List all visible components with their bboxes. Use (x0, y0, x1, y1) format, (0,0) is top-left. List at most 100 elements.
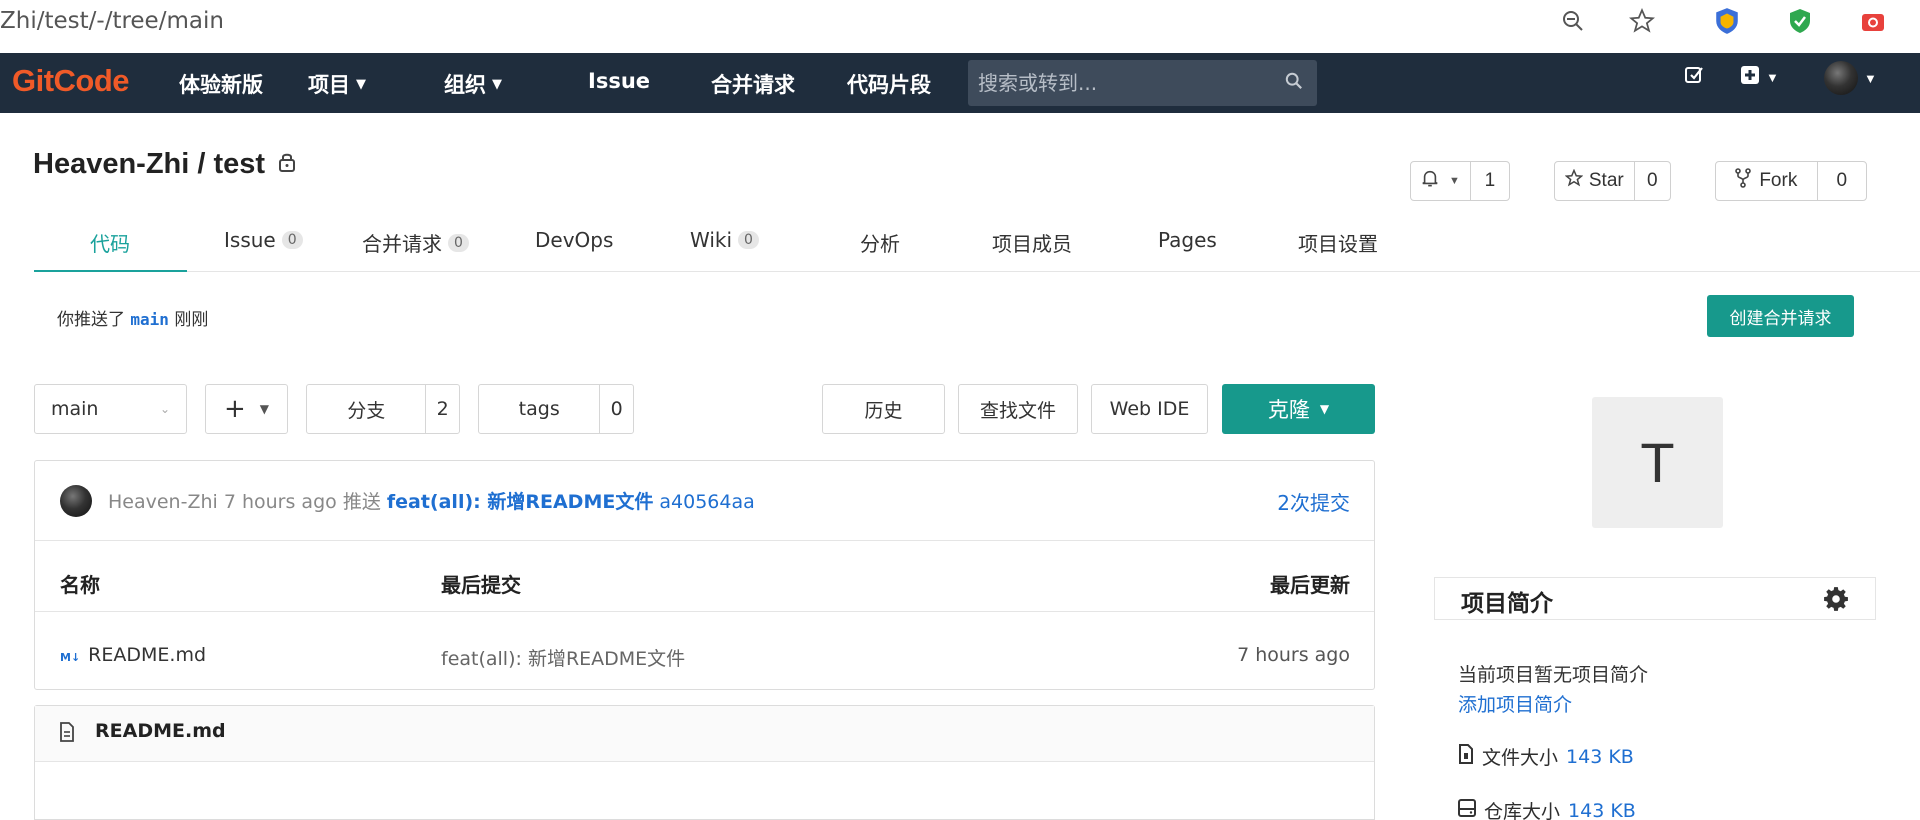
url-bar[interactable]: Zhi/test/-/tree/main (0, 8, 224, 34)
nav-issue[interactable]: Issue (588, 69, 650, 93)
project-title: Heaven-Zhi / test (33, 148, 297, 181)
star-button-group: Star 0 (1554, 161, 1671, 201)
tab-analytics[interactable]: 分析 (860, 228, 900, 257)
tab-code[interactable]: 代码 (90, 228, 130, 257)
history-button[interactable]: 历史 (822, 384, 945, 434)
file-size-value[interactable]: 143 KB (1566, 746, 1634, 768)
fork-icon (1735, 168, 1752, 194)
web-ide-button[interactable]: Web IDE (1091, 384, 1208, 434)
table-divider (35, 611, 1374, 612)
active-tab-indicator (34, 270, 187, 272)
branches-button[interactable]: 分支 2 (306, 384, 460, 434)
watch-button-group: ▼ 1 (1410, 161, 1510, 201)
star-icon (1564, 168, 1584, 193)
repo-size-value[interactable]: 143 KB (1568, 800, 1636, 820)
commit-author[interactable]: Heaven-Zhi (108, 491, 218, 513)
markdown-file-icon: M↓ (60, 651, 81, 664)
commit-count-link[interactable]: 2次提交 (1277, 487, 1350, 516)
search-input[interactable] (978, 68, 1278, 98)
chevron-down-icon: ▼ (1448, 175, 1460, 187)
tab-merge-requests[interactable]: 合并请求 0 (362, 228, 469, 257)
tab-wiki[interactable]: Wiki 0 (690, 228, 759, 252)
create-merge-request-button[interactable]: 创建合并请求 (1707, 295, 1854, 337)
zoom-out-icon[interactable] (1558, 6, 1588, 36)
tab-members[interactable]: 项目成员 (992, 228, 1072, 257)
notification-button[interactable]: ▼ (1411, 162, 1470, 200)
last-commit-info: Heaven-Zhi 7 hours ago 推送 feat(all): 新增R… (108, 491, 755, 513)
nav-new-version[interactable]: 体验新版 (179, 69, 263, 99)
file-archive-icon (1458, 744, 1474, 769)
file-updated-cell: 7 hours ago (1237, 644, 1350, 666)
global-search[interactable] (968, 60, 1317, 106)
fork-count[interactable]: 0 (1816, 162, 1866, 200)
commit-sha-link[interactable]: a40564aa (659, 491, 754, 513)
push-notice: 你推送了 main 刚刚 (57, 310, 209, 330)
chevron-down-icon: ▼ (356, 76, 366, 92)
column-header-last-commit: 最后提交 (441, 573, 521, 597)
nav-projects[interactable]: 项目 ▼ (308, 69, 366, 99)
tags-button[interactable]: tags 0 (478, 384, 634, 434)
bookmark-star-icon[interactable] (1627, 6, 1657, 36)
file-name-cell[interactable]: M↓ README.md (60, 644, 206, 666)
branch-selector[interactable]: main ⌄ (34, 384, 187, 434)
chevron-down-icon: ▼ (1864, 70, 1877, 86)
pushed-branch-link[interactable]: main (130, 310, 169, 329)
file-commit-cell[interactable]: feat(all): 新增README文件 (441, 644, 685, 671)
chevron-down-icon: ▼ (492, 76, 502, 92)
file-text-icon (59, 722, 75, 747)
browser-toolbar: Zhi/test/-/tree/main (0, 0, 1920, 53)
fork-button[interactable]: Fork (1716, 162, 1817, 200)
star-button[interactable]: Star (1555, 162, 1634, 200)
screenshot-icon[interactable] (1858, 6, 1888, 36)
chevron-down-icon: ▼ (1766, 70, 1779, 85)
tab-pages[interactable]: Pages (1158, 228, 1217, 252)
todo-button[interactable] (1684, 65, 1704, 90)
column-header-name: 名称 (60, 573, 100, 597)
readme-filename[interactable]: README.md (95, 720, 226, 742)
lock-icon (277, 148, 297, 181)
branches-count: 2 (425, 385, 459, 433)
tags-count: 0 (599, 385, 633, 433)
commit-author-avatar[interactable] (60, 485, 92, 517)
readme-header: README.md (35, 706, 1374, 762)
nav-organizations[interactable]: 组织 ▼ (444, 69, 502, 99)
tab-settings[interactable]: 项目设置 (1298, 228, 1378, 257)
nav-snippets[interactable]: 代码片段 (847, 69, 931, 99)
search-icon[interactable] (1285, 72, 1303, 95)
edit-todo-icon (1684, 65, 1704, 90)
readme-panel: README.md (34, 705, 1375, 820)
new-item-button[interactable]: ▼ (1740, 65, 1779, 90)
tab-issue[interactable]: Issue 0 (224, 228, 303, 252)
bell-icon (1421, 169, 1439, 193)
chevron-down-icon: ▼ (259, 402, 270, 416)
add-description-link[interactable]: 添加项目简介 (1458, 690, 1572, 717)
user-avatar (1824, 61, 1858, 95)
plus-square-icon (1740, 65, 1760, 90)
section-title: 项目简介 (1461, 591, 1553, 617)
star-count[interactable]: 0 (1633, 162, 1670, 200)
nav-merge-requests[interactable]: 合并请求 (711, 69, 795, 99)
project-avatar: T (1592, 397, 1723, 528)
clone-button[interactable]: 克隆 ▼ (1222, 384, 1375, 434)
project-name[interactable]: Heaven-Zhi / test (33, 148, 265, 181)
no-description-text: 当前项目暂无项目简介 (1458, 664, 1649, 686)
project-tabs: 代码 Issue 0 合并请求 0 DevOps Wiki 0 分析 项目成员 Pag… (34, 222, 1920, 272)
gear-icon[interactable] (1823, 586, 1849, 617)
last-commit-row: Heaven-Zhi 7 hours ago 推送 feat(all): 新增R… (35, 461, 1374, 541)
storage-icon (1458, 799, 1476, 820)
repo-size-info: 仓库大小 143 KB (1458, 797, 1636, 820)
tab-devops[interactable]: DevOps (535, 228, 613, 252)
add-file-dropdown[interactable]: + ▼ (205, 384, 288, 434)
user-menu[interactable]: ▼ (1824, 61, 1877, 95)
plus-icon: + (223, 394, 246, 424)
adblock-shield-icon[interactable] (1785, 6, 1815, 36)
find-file-button[interactable]: 查找文件 (958, 384, 1078, 434)
gitcode-logo[interactable]: GitCode (12, 63, 130, 99)
extension-shield-icon[interactable] (1712, 6, 1742, 36)
file-size-info: 文件大小 143 KB (1458, 743, 1634, 770)
commit-message-link[interactable]: feat(all): 新增README文件 (387, 491, 653, 513)
chevron-down-icon: ▼ (1319, 402, 1330, 416)
column-header-last-update: 最后更新 (1270, 573, 1350, 597)
watch-count[interactable]: 1 (1469, 162, 1509, 200)
fork-button-group: Fork 0 (1715, 161, 1867, 201)
